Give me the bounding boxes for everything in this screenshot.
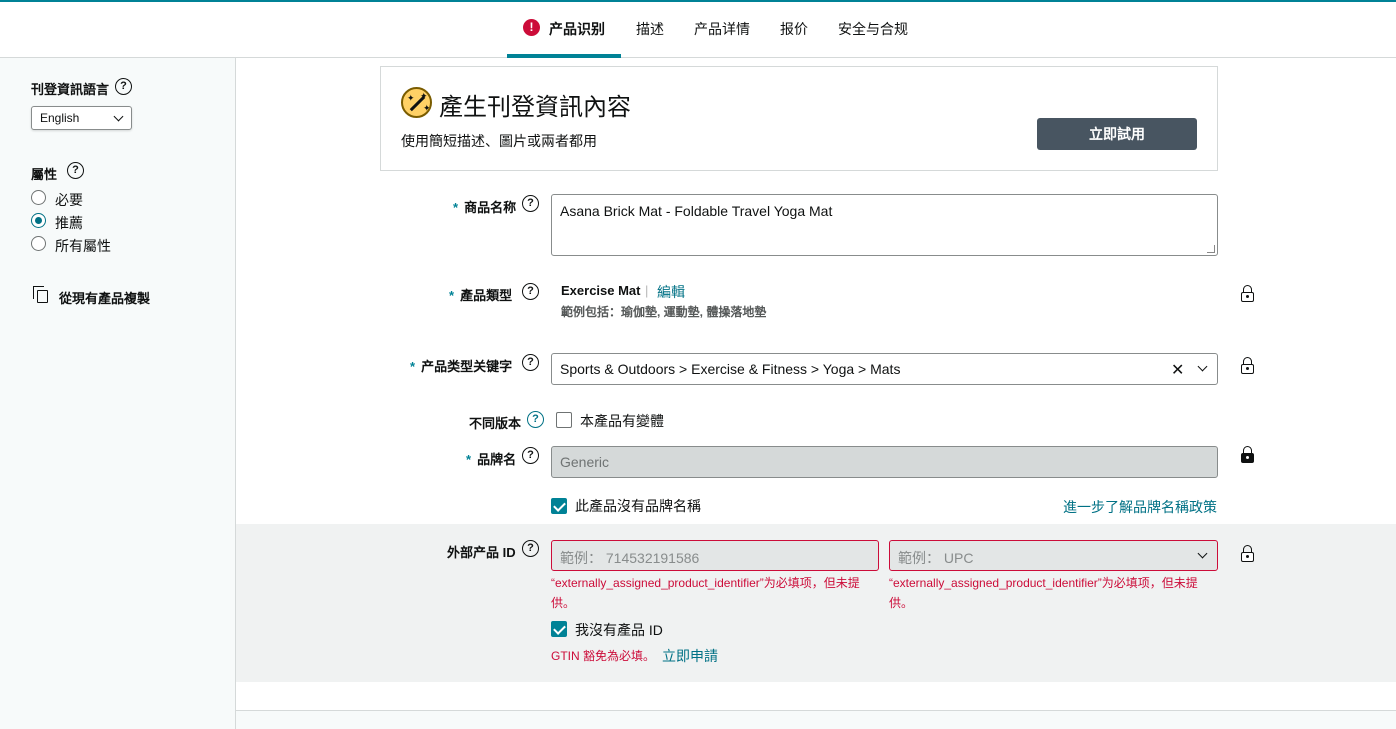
chevron-down-icon [113,111,124,122]
no-brand-checkbox[interactable] [551,498,567,514]
tab-offer[interactable]: 报价 [780,19,808,39]
generate-title: 產生刊登資訊內容 [439,94,631,121]
has-variations-checkbox[interactable] [556,412,572,428]
magic-wand-icon: ✦ ✦ ✦ [401,87,432,118]
radio-required[interactable] [31,190,46,205]
tab-safety-compliance[interactable]: 安全与合规 [838,19,908,39]
brand-name-input[interactable]: Generic [551,446,1218,478]
has-variations-label: 本產品有變體 [580,413,664,429]
tab-product-identity[interactable]: 产品识别 [549,19,605,39]
brand-policy-link[interactable]: 進一步了解品牌名稱政策 [1063,497,1217,517]
try-now-button[interactable]: 立即試用 [1037,118,1197,150]
help-icon[interactable]: ? [522,283,539,300]
tab-bar: ! 产品识别 描述 产品详情 报价 安全与合规 [0,2,1396,58]
error-icon: ! [523,19,540,36]
product-type-keyword-label: * 产品类型关键字 [410,359,513,374]
product-type-value: Exercise Mat [561,283,641,298]
copy-icon[interactable] [33,286,49,303]
help-icon[interactable]: ? [522,540,539,557]
clear-icon[interactable]: ✕ [1171,360,1184,380]
no-product-id-label: 我沒有產品 ID [575,622,663,638]
generate-listing-card: ✦ ✦ ✦ 產生刊登資訊內容 使用簡短描述、圖片或兩者都用 立即試用 [380,66,1218,171]
gtin-exemption-error: GTIN 豁免為必填。 [551,649,655,663]
help-icon[interactable]: ? [522,195,539,212]
no-brand-label: 此產品沒有品牌名稱 [575,498,701,514]
external-id-label: 外部产品 ID [447,545,516,560]
language-value: English [40,111,80,125]
brand-name-label: * 品牌名 [466,452,517,467]
resize-handle[interactable] [1207,245,1215,253]
lock-icon [1241,545,1254,562]
no-product-id-checkbox[interactable] [551,621,567,637]
product-type-examples: 範例包括：瑜伽墊, 運動墊, 體操落地墊 [561,305,767,319]
item-name-label: * 商品名称 [453,200,517,215]
lock-icon [1241,446,1254,463]
apply-now-link[interactable]: 立即申請 [662,646,718,666]
attributes-title: 屬性 [31,167,58,182]
external-id-type-error: “externally_assigned_product_identifier”… [889,576,1198,610]
lock-icon [1241,285,1254,302]
product-type-label: * 產品類型 [449,288,513,303]
generate-subtitle: 使用簡短描述、圖片或兩者都用 [401,133,597,149]
copy-from-existing-link[interactable]: 從現有產品複製 [59,288,150,307]
help-icon[interactable]: ? [67,162,84,179]
radio-all-attributes-label: 所有屬性 [55,238,111,254]
edit-product-type-link[interactable]: 編輯 [657,282,685,302]
variations-label: 不同版本 [469,416,522,431]
external-id-type-select[interactable]: 範例： UPC [889,540,1218,571]
help-icon[interactable]: ? [522,354,539,371]
help-icon[interactable]: ? [522,447,539,464]
external-id-input[interactable]: 範例： 714532191586 [551,540,879,571]
bottom-strip [236,710,1396,729]
item-name-textarea[interactable]: Asana Brick Mat - Foldable Travel Yoga M… [551,194,1218,256]
lock-icon [1241,357,1254,374]
radio-recommended-label: 推薦 [55,215,83,231]
help-icon[interactable]: ? [115,78,132,95]
radio-required-label: 必要 [55,192,83,208]
radio-all-attributes[interactable] [31,236,46,251]
product-type-keyword-select[interactable]: Sports & Outdoors > Exercise & Fitness >… [551,353,1218,385]
tab-product-details[interactable]: 产品详情 [694,19,750,39]
language-select[interactable]: English [31,106,132,130]
language-title: 刊登資訊語言 [31,82,110,97]
sidebar: 刊登資訊語言 ? English 屬性 ? 必要 推薦 所有屬性 從現有產品複製 [0,58,236,729]
radio-recommended[interactable] [31,213,46,228]
tab-description[interactable]: 描述 [636,19,664,39]
help-icon[interactable]: ? [527,411,544,428]
separator: | [645,283,649,298]
external-id-error: “externally_assigned_product_identifier”… [551,576,860,610]
